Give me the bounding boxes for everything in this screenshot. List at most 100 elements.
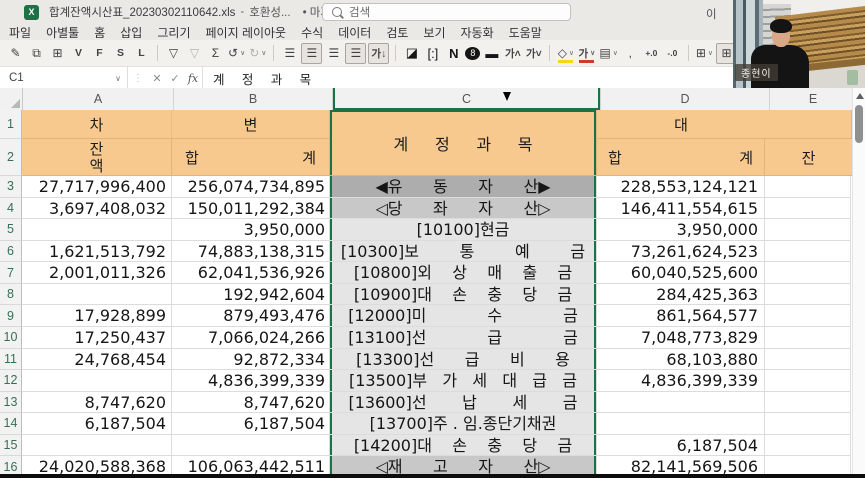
cell-b[interactable]: 8,747,620 bbox=[172, 392, 330, 414]
column-header-e[interactable]: E bbox=[770, 88, 852, 111]
cell-e[interactable] bbox=[765, 413, 851, 435]
cell-d[interactable]: 60,040,525,600 bbox=[597, 262, 765, 284]
cell-e[interactable] bbox=[765, 284, 851, 306]
cell-e[interactable] bbox=[765, 349, 851, 371]
cell-e[interactable] bbox=[765, 435, 851, 457]
cell-d[interactable]: 68,103,880 bbox=[597, 349, 765, 371]
cell-a[interactable]: 6,187,504 bbox=[22, 413, 172, 435]
menu-page-layout[interactable]: 페이지 레이아웃 bbox=[205, 24, 286, 41]
menu-formulas[interactable]: 수식 bbox=[301, 24, 323, 41]
cell-a[interactable]: 27,717,996,400 bbox=[22, 176, 172, 198]
row-header[interactable]: 13 bbox=[0, 392, 22, 414]
cell-c[interactable]: [13300]선 급 비 용 bbox=[330, 349, 597, 371]
cell-c[interactable]: [10800]외 상 매 출 금 bbox=[330, 262, 597, 284]
cell-e[interactable] bbox=[765, 370, 851, 392]
macro-l-icon[interactable]: L bbox=[132, 44, 151, 63]
cell-a[interactable]: 1,621,513,792 bbox=[22, 241, 172, 263]
insert-function-icon[interactable]: fx bbox=[184, 72, 202, 85]
debit-balance-header-cell[interactable]: 잔 액 bbox=[22, 139, 172, 176]
row-header-2[interactable]: 2 bbox=[0, 139, 22, 176]
cell-b[interactable]: 879,493,476 bbox=[172, 305, 330, 327]
undo-icon[interactable]: ↺∨ bbox=[227, 44, 246, 63]
justify-icon[interactable]: ☰ bbox=[345, 43, 366, 64]
cell-d[interactable]: 6,187,504 bbox=[597, 435, 765, 457]
cell-a[interactable]: 17,250,437 bbox=[22, 327, 172, 349]
row-header-1[interactable]: 1 bbox=[0, 110, 22, 139]
cell-d[interactable]: 73,261,624,523 bbox=[597, 241, 765, 263]
font-color-icon[interactable]: 가∨ bbox=[577, 44, 596, 63]
cell-b[interactable]: 92,872,334 bbox=[172, 349, 330, 371]
cell-d[interactable]: 284,425,363 bbox=[597, 284, 765, 306]
row-header[interactable]: 14 bbox=[0, 413, 22, 435]
cell-a[interactable]: 17,928,899 bbox=[22, 305, 172, 327]
cell-b[interactable]: 3,950,000 bbox=[172, 219, 330, 241]
row-header[interactable]: 15 bbox=[0, 435, 22, 457]
cell-c[interactable]: [13500]부 가 세 대 급 금 bbox=[330, 370, 597, 392]
scroll-up-icon[interactable] bbox=[856, 93, 864, 99]
comma-style-icon[interactable]: , bbox=[621, 44, 640, 63]
menu-draw[interactable]: 그리기 bbox=[157, 24, 190, 41]
cell-e[interactable] bbox=[765, 241, 851, 263]
row-header[interactable]: 6 bbox=[0, 241, 22, 263]
increase-decimal-icon[interactable]: +.0 bbox=[642, 44, 661, 63]
column-header-a[interactable]: A bbox=[23, 88, 174, 111]
cell-b[interactable]: 4,836,399,339 bbox=[172, 370, 330, 392]
cell-a[interactable] bbox=[22, 435, 172, 457]
macro-f-icon[interactable]: F bbox=[90, 44, 109, 63]
cell-d[interactable]: 146,411,554,615 bbox=[597, 198, 765, 220]
fill-color-icon[interactable]: ◇∨ bbox=[556, 44, 575, 63]
cell-d[interactable]: 4,836,399,339 bbox=[597, 370, 765, 392]
font-decrease-icon[interactable]: 가˅ bbox=[524, 44, 543, 63]
search-box[interactable]: 검색 bbox=[322, 3, 571, 21]
cell-e[interactable] bbox=[765, 198, 851, 220]
cell-c[interactable]: [14200]대 손 충 당 금 bbox=[330, 435, 597, 457]
macro-v-icon[interactable]: V bbox=[69, 44, 88, 63]
redo-icon[interactable]: ↻∨ bbox=[248, 44, 267, 63]
menu-abyul-tool[interactable]: 아별툴 bbox=[46, 24, 79, 41]
menu-file[interactable]: 파일 bbox=[9, 24, 31, 41]
cell-a[interactable]: 2,001,011,326 bbox=[22, 262, 172, 284]
row-header[interactable]: 8 bbox=[0, 284, 22, 306]
cell-c[interactable]: [13100]선 급 금 bbox=[330, 327, 597, 349]
cell-b[interactable]: 256,074,734,895 bbox=[172, 176, 330, 198]
cell-b[interactable]: 192,942,604 bbox=[172, 284, 330, 306]
cell-b[interactable]: 7,066,024,266 bbox=[172, 327, 330, 349]
credit-total-header-cell[interactable]: 합 계 bbox=[597, 139, 765, 176]
row-header[interactable]: 3 bbox=[0, 176, 22, 198]
cell-e[interactable] bbox=[765, 305, 851, 327]
cell-b[interactable] bbox=[172, 435, 330, 457]
cell-d[interactable] bbox=[597, 413, 765, 435]
cell-b[interactable]: 6,187,504 bbox=[172, 413, 330, 435]
cell-e[interactable] bbox=[765, 327, 851, 349]
decrease-decimal-icon[interactable]: -.0 bbox=[663, 44, 682, 63]
cell-c[interactable]: [10300]보 통 예 금 bbox=[330, 241, 597, 263]
column-header-d[interactable]: D bbox=[601, 88, 770, 111]
cell-e[interactable] bbox=[765, 176, 851, 198]
menu-review[interactable]: 검토 bbox=[386, 24, 408, 41]
cell-a[interactable]: 24,768,454 bbox=[22, 349, 172, 371]
column-header-c-selected[interactable]: C bbox=[333, 88, 601, 111]
cell-d[interactable]: 861,564,577 bbox=[597, 305, 765, 327]
account-title-header-cell[interactable]: 계 정 과 목 bbox=[330, 110, 597, 176]
menu-home[interactable]: 홈 bbox=[94, 24, 105, 41]
autosum-icon[interactable]: Σ bbox=[206, 44, 225, 63]
select-all-corner[interactable] bbox=[0, 88, 23, 111]
menu-automate[interactable]: 자동화 bbox=[461, 24, 494, 41]
cancel-entry-icon[interactable]: ✕ bbox=[148, 72, 166, 85]
cell-d[interactable]: 3,950,000 bbox=[597, 219, 765, 241]
cell-a[interactable]: 3,697,408,032 bbox=[22, 198, 172, 220]
cancel-lines-icon[interactable]: N bbox=[444, 44, 463, 63]
name-box[interactable]: C1 ∨ bbox=[0, 67, 128, 89]
cell-c[interactable]: [13700]주 . 임.종단기채권 bbox=[330, 413, 597, 435]
cell-a[interactable] bbox=[22, 284, 172, 306]
cell-a[interactable]: 8,747,620 bbox=[22, 392, 172, 414]
cell-c[interactable]: [12000]미 수 금 bbox=[330, 305, 597, 327]
cell-c-section[interactable]: ◀유 동 자 산▶ bbox=[330, 176, 597, 198]
cell-d[interactable]: 228,553,124,121 bbox=[597, 176, 765, 198]
filter-icon[interactable]: ▽ bbox=[164, 44, 183, 63]
paste-special-icon[interactable]: ⊞ bbox=[48, 44, 67, 63]
credit-balance-header-cell[interactable]: 잔 bbox=[765, 139, 852, 176]
shade-toggle-icon[interactable]: ◪ bbox=[402, 44, 421, 63]
menu-data[interactable]: 데이터 bbox=[338, 24, 371, 41]
cell-b[interactable]: 62,041,536,926 bbox=[172, 262, 330, 284]
